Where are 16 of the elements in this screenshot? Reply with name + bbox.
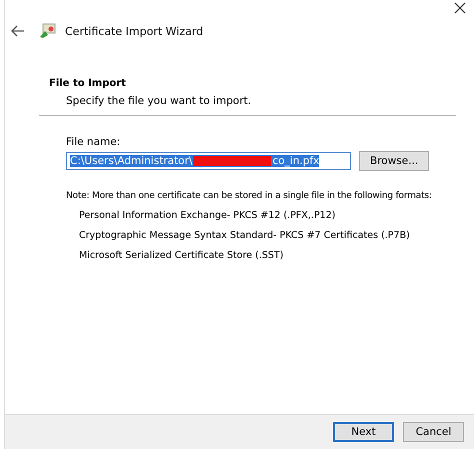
file-name-field[interactable]: C:\Users\Administrator\ co_in.pfx (66, 152, 351, 170)
format-item: Cryptographic Message Syntax Standard- PKCS #7 Certificates (.P7B) (79, 230, 411, 241)
page-subheading: Specify the file you want to import. (65, 95, 252, 107)
browse-button[interactable]: Browse... (359, 151, 430, 171)
next-button[interactable]: Next (333, 422, 394, 442)
certificate-icon (39, 23, 57, 39)
format-item: Personal Information Exchange- PKCS #12 (.PFX,.P12) (79, 210, 336, 221)
format-item: Microsoft Serialized Certificate Store (.SST) (79, 250, 284, 261)
back-arrow-icon[interactable] (11, 25, 25, 37)
note-text: Note: More than one certificate can be stored in a single file in the following formats: (66, 191, 433, 201)
cancel-button[interactable]: Cancel (403, 422, 464, 442)
field-label: File name: (66, 136, 122, 148)
close-icon[interactable] (454, 2, 466, 14)
window-title: Certificate Import Wizard (65, 24, 204, 38)
file-path-text: C:\Users\Administrator\ co_in.pfx (70, 155, 320, 167)
page-heading: File to Import (49, 78, 127, 89)
